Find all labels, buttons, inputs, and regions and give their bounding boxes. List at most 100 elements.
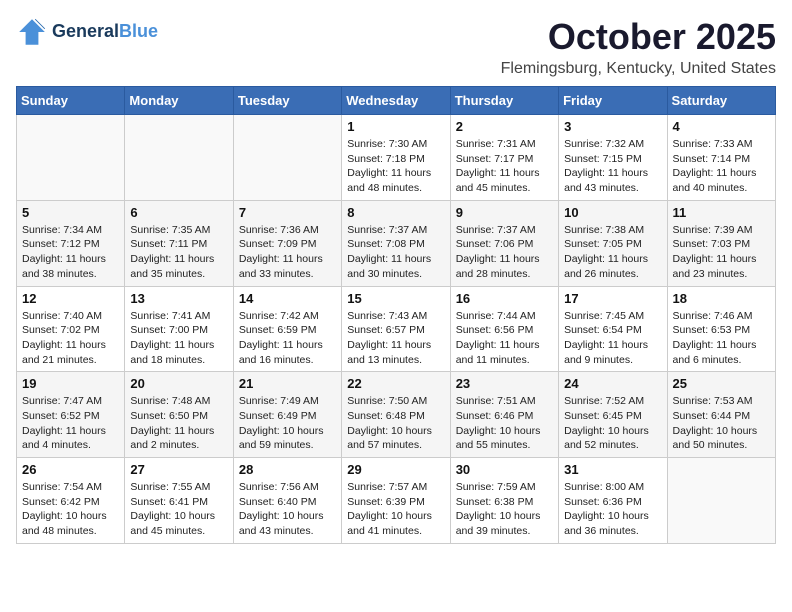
calendar-week-1: 1 Sunrise: 7:30 AM Sunset: 7:18 PM Daylig… — [17, 115, 776, 201]
day-number: 17 — [564, 291, 661, 306]
calendar-week-4: 19 Sunrise: 7:47 AM Sunset: 6:52 PM Dayli… — [17, 372, 776, 458]
day-number: 28 — [239, 462, 336, 477]
day-number: 23 — [456, 376, 553, 391]
calendar-cell: 22 Sunrise: 7:50 AM Sunset: 6:48 PM Dayli… — [342, 372, 450, 458]
calendar-cell: 10 Sunrise: 7:38 AM Sunset: 7:05 PM Dayli… — [559, 200, 667, 286]
calendar-table: SundayMondayTuesdayWednesdayThursdayFrid… — [16, 86, 776, 544]
calendar-cell: 28 Sunrise: 7:56 AM Sunset: 6:40 PM Dayli… — [233, 458, 341, 544]
day-info: Sunrise: 7:59 AM Sunset: 6:38 PM Dayligh… — [456, 480, 553, 539]
day-number: 8 — [347, 205, 444, 220]
day-number: 19 — [22, 376, 119, 391]
calendar-cell: 18 Sunrise: 7:46 AM Sunset: 6:53 PM Dayli… — [667, 286, 775, 372]
day-info: Sunrise: 7:42 AM Sunset: 6:59 PM Dayligh… — [239, 309, 336, 368]
day-info: Sunrise: 7:51 AM Sunset: 6:46 PM Dayligh… — [456, 394, 553, 453]
calendar-cell — [233, 115, 341, 201]
day-info: Sunrise: 8:00 AM Sunset: 6:36 PM Dayligh… — [564, 480, 661, 539]
day-info: Sunrise: 7:38 AM Sunset: 7:05 PM Dayligh… — [564, 223, 661, 282]
day-number: 27 — [130, 462, 227, 477]
day-header-sunday: Sunday — [17, 87, 125, 115]
day-number: 20 — [130, 376, 227, 391]
calendar-cell: 19 Sunrise: 7:47 AM Sunset: 6:52 PM Dayli… — [17, 372, 125, 458]
calendar-cell: 14 Sunrise: 7:42 AM Sunset: 6:59 PM Dayli… — [233, 286, 341, 372]
calendar-cell — [667, 458, 775, 544]
calendar-week-3: 12 Sunrise: 7:40 AM Sunset: 7:02 PM Dayli… — [17, 286, 776, 372]
calendar-title: October 2025 — [501, 16, 776, 58]
day-number: 30 — [456, 462, 553, 477]
calendar-cell: 15Sunrise: 7:43 AM Sunset: 6:57 PM Dayli… — [342, 286, 450, 372]
day-number: 21 — [239, 376, 336, 391]
day-info: Sunrise: 7:30 AM Sunset: 7:18 PM Dayligh… — [347, 137, 444, 196]
calendar-cell: 9 Sunrise: 7:37 AM Sunset: 7:06 PM Daylig… — [450, 200, 558, 286]
day-info: Sunrise: 7:36 AM Sunset: 7:09 PM Dayligh… — [239, 223, 336, 282]
day-number: 18 — [673, 291, 770, 306]
day-number: 26 — [22, 462, 119, 477]
day-number: 3 — [564, 119, 661, 134]
day-number: 7 — [239, 205, 336, 220]
calendar-cell: 11 Sunrise: 7:39 AM Sunset: 7:03 PM Dayli… — [667, 200, 775, 286]
day-info: Sunrise: 7:46 AM Sunset: 6:53 PM Dayligh… — [673, 309, 770, 368]
logo: GeneralBlue — [16, 16, 158, 48]
calendar-cell: 26 Sunrise: 7:54 AM Sunset: 6:42 PM Dayli… — [17, 458, 125, 544]
day-number: 22 — [347, 376, 444, 391]
day-header-saturday: Saturday — [667, 87, 775, 115]
day-header-thursday: Thursday — [450, 87, 558, 115]
day-number: 15 — [347, 291, 444, 306]
day-number: 4 — [673, 119, 770, 134]
calendar-cell: 2 Sunrise: 7:31 AM Sunset: 7:17 PM Daylig… — [450, 115, 558, 201]
calendar-header: SundayMondayTuesdayWednesdayThursdayFrid… — [17, 87, 776, 115]
day-header-wednesday: Wednesday — [342, 87, 450, 115]
day-info: Sunrise: 7:57 AM Sunset: 6:39 PM Dayligh… — [347, 480, 444, 539]
calendar-cell: 12 Sunrise: 7:40 AM Sunset: 7:02 PM Dayli… — [17, 286, 125, 372]
calendar-cell: 21 Sunrise: 7:49 AM Sunset: 6:49 PM Dayli… — [233, 372, 341, 458]
day-number: 2 — [456, 119, 553, 134]
calendar-cell: 4 Sunrise: 7:33 AM Sunset: 7:14 PM Daylig… — [667, 115, 775, 201]
day-info: Sunrise: 7:48 AM Sunset: 6:50 PM Dayligh… — [130, 394, 227, 453]
day-info: Sunrise: 7:52 AM Sunset: 6:45 PM Dayligh… — [564, 394, 661, 453]
day-number: 13 — [130, 291, 227, 306]
day-info: Sunrise: 7:34 AM Sunset: 7:12 PM Dayligh… — [22, 223, 119, 282]
calendar-cell: 30 Sunrise: 7:59 AM Sunset: 6:38 PM Dayli… — [450, 458, 558, 544]
day-info: Sunrise: 7:40 AM Sunset: 7:02 PM Dayligh… — [22, 309, 119, 368]
day-info: Sunrise: 7:56 AM Sunset: 6:40 PM Dayligh… — [239, 480, 336, 539]
day-info: Sunrise: 7:54 AM Sunset: 6:42 PM Dayligh… — [22, 480, 119, 539]
day-info: Sunrise: 7:32 AM Sunset: 7:15 PM Dayligh… — [564, 137, 661, 196]
title-block: October 2025 Flemingsburg, Kentucky, Uni… — [501, 16, 776, 78]
day-info: Sunrise: 7:31 AM Sunset: 7:17 PM Dayligh… — [456, 137, 553, 196]
day-info: Sunrise: 7:37 AM Sunset: 7:08 PM Dayligh… — [347, 223, 444, 282]
day-number: 31 — [564, 462, 661, 477]
day-number: 10 — [564, 205, 661, 220]
calendar-subtitle: Flemingsburg, Kentucky, United States — [501, 60, 776, 78]
day-info: Sunrise: 7:47 AM Sunset: 6:52 PM Dayligh… — [22, 394, 119, 453]
day-number: 11 — [673, 205, 770, 220]
logo-icon — [16, 16, 48, 48]
day-number: 25 — [673, 376, 770, 391]
calendar-cell: 24 Sunrise: 7:52 AM Sunset: 6:45 PM Dayli… — [559, 372, 667, 458]
calendar-cell: 29Sunrise: 7:57 AM Sunset: 6:39 PM Dayli… — [342, 458, 450, 544]
day-info: Sunrise: 7:49 AM Sunset: 6:49 PM Dayligh… — [239, 394, 336, 453]
day-header-tuesday: Tuesday — [233, 87, 341, 115]
day-number: 24 — [564, 376, 661, 391]
day-header-friday: Friday — [559, 87, 667, 115]
day-info: Sunrise: 7:41 AM Sunset: 7:00 PM Dayligh… — [130, 309, 227, 368]
day-number: 5 — [22, 205, 119, 220]
day-number: 1 — [347, 119, 444, 134]
day-info: Sunrise: 7:33 AM Sunset: 7:14 PM Dayligh… — [673, 137, 770, 196]
day-info: Sunrise: 7:53 AM Sunset: 6:44 PM Dayligh… — [673, 394, 770, 453]
page-header: GeneralBlue October 2025 Flemingsburg, K… — [16, 16, 776, 78]
logo-text: GeneralBlue — [52, 22, 158, 42]
day-info: Sunrise: 7:44 AM Sunset: 6:56 PM Dayligh… — [456, 309, 553, 368]
calendar-cell: 20 Sunrise: 7:48 AM Sunset: 6:50 PM Dayli… — [125, 372, 233, 458]
calendar-cell: 31 Sunrise: 8:00 AM Sunset: 6:36 PM Dayli… — [559, 458, 667, 544]
day-number: 14 — [239, 291, 336, 306]
calendar-cell — [125, 115, 233, 201]
day-number: 6 — [130, 205, 227, 220]
day-info: Sunrise: 7:39 AM Sunset: 7:03 PM Dayligh… — [673, 223, 770, 282]
day-info: Sunrise: 7:37 AM Sunset: 7:06 PM Dayligh… — [456, 223, 553, 282]
day-number: 12 — [22, 291, 119, 306]
day-header-monday: Monday — [125, 87, 233, 115]
calendar-week-5: 26 Sunrise: 7:54 AM Sunset: 6:42 PM Dayli… — [17, 458, 776, 544]
day-number: 9 — [456, 205, 553, 220]
calendar-cell: 5 Sunrise: 7:34 AM Sunset: 7:12 PM Daylig… — [17, 200, 125, 286]
calendar-cell: 3 Sunrise: 7:32 AM Sunset: 7:15 PM Daylig… — [559, 115, 667, 201]
day-info: Sunrise: 7:50 AM Sunset: 6:48 PM Dayligh… — [347, 394, 444, 453]
